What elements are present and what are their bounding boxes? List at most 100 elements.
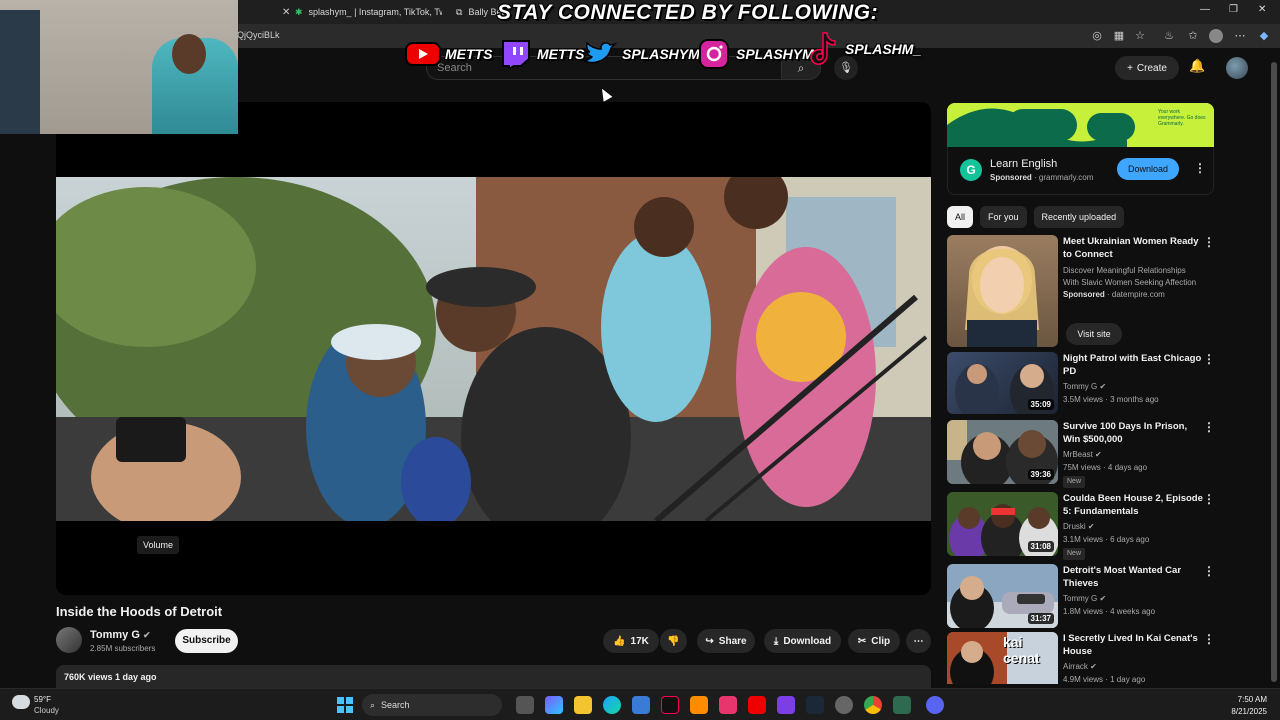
video-thumbnail[interactable]: 31:08 — [947, 492, 1058, 556]
recommendation-channel[interactable]: Tommy G ✔ — [1063, 381, 1106, 393]
clock-time[interactable]: 7:50 AM — [1225, 695, 1267, 704]
like-button[interactable]: 👍 17K — [603, 629, 659, 653]
channel-name[interactable]: Tommy G ✔ — [90, 629, 151, 641]
create-button[interactable]: + Create — [1115, 56, 1179, 80]
notifications-bell-icon[interactable]: 🔔 — [1189, 58, 1205, 74]
visit-site-button[interactable]: Visit site — [1066, 323, 1122, 345]
recommendation-title[interactable]: Meet Ukrainian Women Ready to Connect — [1063, 235, 1203, 261]
youtube-app-icon[interactable] — [748, 696, 766, 714]
more-vertical-icon[interactable]: ⋮ — [1194, 161, 1206, 175]
recommendation-item[interactable]: 31:08 Coulda Been House 2, Episode 5: Fu… — [947, 492, 1217, 560]
copilot-icon[interactable]: ◆ — [1257, 29, 1271, 43]
url-text[interactable]: QjQyciBLk — [237, 30, 280, 40]
more-vertical-icon[interactable]: ⋮ — [1203, 235, 1215, 249]
favorites-icon[interactable]: ✩ — [1186, 29, 1200, 43]
obs-icon[interactable] — [835, 696, 853, 714]
video-frame[interactable] — [56, 177, 931, 521]
ad-banner-image[interactable]: Your work everywhere. Go does Grammarly. — [947, 103, 1214, 147]
chip-for-you[interactable]: For you — [980, 206, 1027, 228]
edge-browser-icon[interactable] — [603, 696, 621, 714]
channel-text[interactable]: MrBeast — [1063, 450, 1093, 459]
copilot-app-icon[interactable] — [545, 696, 563, 714]
video-thumbnail[interactable] — [947, 235, 1058, 347]
page-scrollbar[interactable] — [1268, 48, 1280, 688]
user-avatar[interactable] — [1226, 57, 1248, 79]
channel-text[interactable]: Tommy G — [1063, 382, 1097, 391]
video-thumbnail[interactable]: 31:37 — [947, 564, 1058, 628]
video-thumbnail[interactable]: 39:36 — [947, 420, 1058, 484]
weather-condition[interactable]: Cloudy — [34, 706, 59, 715]
file-explorer-icon[interactable] — [574, 696, 592, 714]
steam-icon[interactable] — [806, 696, 824, 714]
video-thumbnail[interactable]: kai cenat — [947, 632, 1058, 684]
sponsored-recommendation[interactable]: Meet Ukrainian Women Ready to Connect Di… — [947, 235, 1217, 347]
video-thumbnail[interactable]: 35:09 — [947, 352, 1058, 414]
recommendation-channel[interactable]: Tommy G ✔ — [1063, 593, 1106, 605]
extensions-icon[interactable]: ♨ — [1162, 29, 1176, 43]
more-icon[interactable]: ⋯ — [1233, 29, 1247, 43]
minimize-icon[interactable]: — — [1200, 4, 1210, 15]
chip-all[interactable]: All — [947, 206, 974, 228]
app-icon[interactable] — [719, 696, 737, 714]
close-window-icon[interactable]: ✕ — [1258, 4, 1266, 15]
channel-text[interactable]: Tommy G — [1063, 594, 1097, 603]
youtube-icon — [405, 42, 441, 66]
taskbar-search-label: Search — [381, 700, 410, 710]
recommendation-meta: 3.1M views · 6 days ago — [1063, 535, 1150, 544]
profile-icon[interactable] — [1209, 29, 1223, 43]
recommendation-sponsor: Sponsored · datempire.com — [1063, 289, 1165, 301]
app-icon[interactable] — [690, 696, 708, 714]
reader-icon[interactable]: ◎ — [1090, 29, 1104, 43]
more-vertical-icon[interactable]: ⋮ — [1203, 492, 1215, 506]
taskbar-search[interactable]: ⌕ Search — [362, 694, 502, 716]
recommendation-channel[interactable]: Airrack ✔ — [1063, 661, 1097, 673]
split-screen-icon[interactable]: ▦ — [1112, 29, 1126, 43]
chrome-icon[interactable] — [864, 696, 882, 714]
more-actions-button[interactable]: ⋯ — [906, 629, 931, 653]
video-player[interactable] — [56, 102, 931, 595]
tab-instagram[interactable]: ✱ splashym_ | Instagram, TikTok, Tw ✕ — [287, 2, 442, 22]
windows-start-icon[interactable] — [337, 697, 353, 713]
grammarly-logo-icon: G — [960, 159, 982, 181]
recommendation-item[interactable]: 31:37 Detroit's Most Wanted Car Thieves … — [947, 564, 1217, 628]
channel-text[interactable]: Airrack — [1063, 662, 1088, 671]
recommendation-title[interactable]: Survive 100 Days In Prison, Win $500,000 — [1063, 420, 1203, 446]
maximize-icon[interactable]: ❐ — [1229, 4, 1238, 15]
more-vertical-icon[interactable]: ⋮ — [1203, 420, 1215, 434]
recommendation-title[interactable]: Coulda Been House 2, Episode 5: Fundamen… — [1063, 492, 1203, 518]
weather-temp[interactable]: 59°F — [34, 695, 51, 704]
more-vertical-icon[interactable]: ⋮ — [1203, 352, 1215, 366]
download-button[interactable]: ⤓ Download — [764, 629, 841, 653]
channel-avatar[interactable] — [56, 627, 82, 653]
more-horizontal-icon: ⋯ — [913, 635, 924, 647]
cloud-icon[interactable] — [12, 695, 30, 709]
scrollbar-thumb[interactable] — [1271, 62, 1277, 682]
store-icon[interactable] — [632, 696, 650, 714]
app-icon[interactable] — [893, 696, 911, 714]
share-button[interactable]: ↪ Share — [697, 629, 755, 653]
recommendation-title[interactable]: Detroit's Most Wanted Car Thieves — [1063, 564, 1203, 590]
channel-text[interactable]: Druski — [1063, 522, 1086, 531]
recommendation-channel[interactable]: Druski ✔ — [1063, 521, 1095, 533]
recommendation-item[interactable]: 39:36 Survive 100 Days In Prison, Win $5… — [947, 420, 1217, 488]
clock-date[interactable]: 8/21/2025 — [1215, 707, 1267, 716]
ad-card[interactable]: G Learn English Sponsored · grammarly.co… — [947, 147, 1214, 195]
clip-button[interactable]: ✂ Clip — [848, 629, 900, 653]
ad-download-button[interactable]: Download — [1117, 158, 1179, 180]
recommendation-title[interactable]: I Secretly Lived In Kai Cenat's House — [1063, 632, 1203, 658]
more-vertical-icon[interactable]: ⋮ — [1203, 564, 1215, 578]
tiktok-app-icon[interactable] — [661, 696, 679, 714]
channel-name-text[interactable]: Tommy G — [90, 629, 140, 641]
recommendation-title[interactable]: Night Patrol with East Chicago PD — [1063, 352, 1203, 378]
dislike-button[interactable]: 👎 — [660, 629, 687, 653]
recommendation-item[interactable]: kai cenat I Secretly Lived In Kai Cenat'… — [947, 632, 1217, 684]
favorite-star-icon[interactable]: ☆ — [1133, 29, 1147, 43]
app-icon[interactable] — [777, 696, 795, 714]
recommendation-item[interactable]: 35:09 Night Patrol with East Chicago PD … — [947, 352, 1217, 414]
task-view-icon[interactable] — [516, 696, 534, 714]
more-vertical-icon[interactable]: ⋮ — [1203, 632, 1215, 646]
discord-icon[interactable] — [926, 696, 944, 714]
recommendation-channel[interactable]: MrBeast ✔ — [1063, 449, 1102, 461]
subscribe-button[interactable]: Subscribe — [175, 629, 238, 653]
chip-recently-uploaded[interactable]: Recently uploaded — [1033, 206, 1125, 228]
